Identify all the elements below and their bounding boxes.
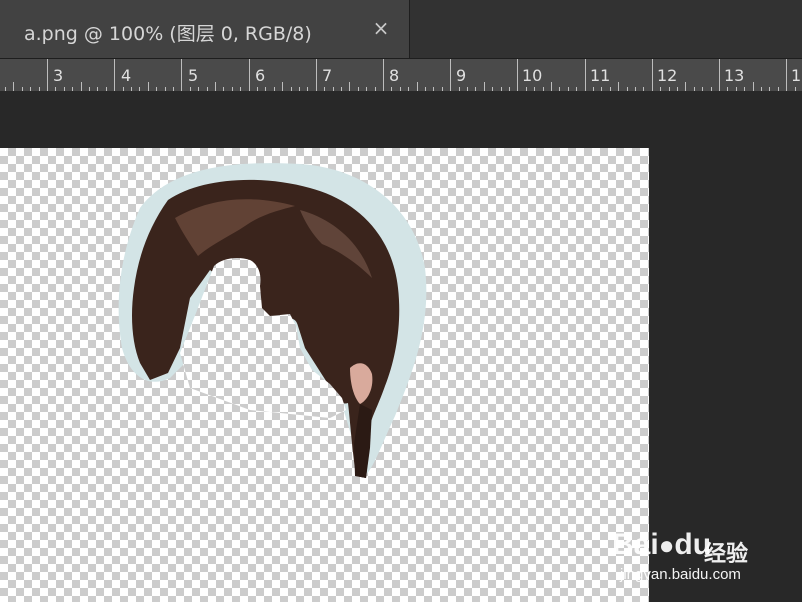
paw-icon: ● [658,530,675,560]
ruler-label: 5 [188,66,199,85]
document-canvas[interactable] [0,148,649,602]
ruler-label: 7 [322,66,333,85]
horizontal-ruler[interactable]: 3 4 5 6 7 8 9 10 11 12 13 1 [0,58,802,91]
watermark-brand: Bai●du [612,528,712,561]
watermark-product: 经验 [704,542,749,567]
ruler-label: 9 [456,66,467,85]
ruler-label: 13 [724,66,745,85]
watermark-url: jingyan.baidu.com [620,566,741,583]
ruler-label: 6 [255,66,266,85]
ruler-label: 8 [389,66,400,85]
ruler-label: 4 [121,66,132,85]
document-tab-title: a.png @ 100% (图层 0, RGB/8) [24,23,312,45]
close-icon[interactable]: × [371,16,391,40]
baidu-jingyan-watermark: Bai●du 经验 jingyan.baidu.com [612,514,772,590]
hair-layer-artwork [118,163,427,479]
ruler-label: 11 [590,66,611,85]
ruler-label: 1 [791,66,802,85]
document-tab[interactable]: a.png @ 100% (图层 0, RGB/8) × [0,0,410,58]
ruler-label: 12 [657,66,678,85]
ruler-label: 3 [53,66,64,85]
document-tab-bar: a.png @ 100% (图层 0, RGB/8) × [0,0,802,58]
ruler-label: 10 [522,66,543,85]
